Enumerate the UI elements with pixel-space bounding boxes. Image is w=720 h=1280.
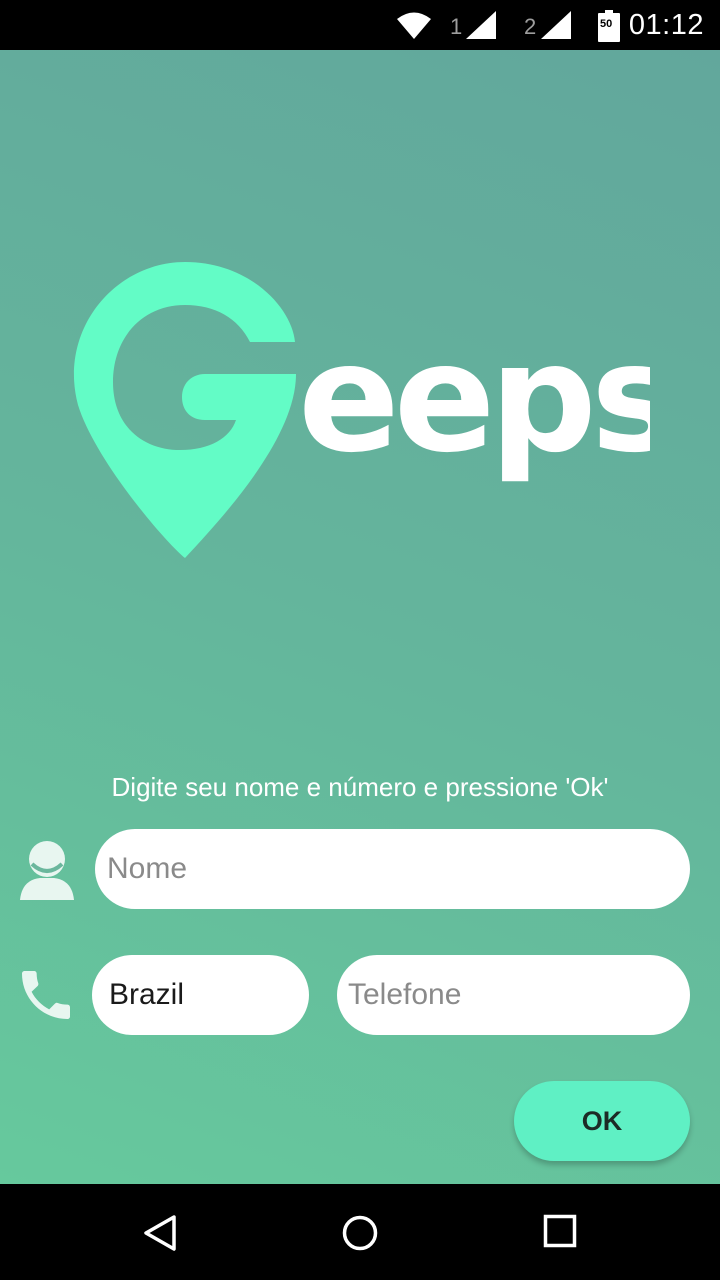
phone-placeholder: Telefone bbox=[348, 978, 462, 1011]
status-time: 01:12 bbox=[628, 9, 704, 41]
country-select[interactable]: Brazil bbox=[92, 955, 309, 1035]
geeps-logo: eeps bbox=[73, 262, 650, 558]
battery-level: 50 bbox=[600, 18, 613, 30]
phone-field[interactable]: Telefone bbox=[337, 955, 690, 1035]
sim1-label: 1 bbox=[450, 14, 463, 39]
phone-icon bbox=[22, 971, 70, 1019]
home-icon[interactable] bbox=[341, 1214, 379, 1252]
name-placeholder: Nome bbox=[107, 852, 188, 885]
instruction-text: Digite seu nome e número e pressione 'Ok… bbox=[111, 772, 609, 802]
name-field[interactable]: Nome bbox=[95, 829, 690, 909]
wifi-icon bbox=[397, 12, 431, 39]
sim2-label: 2 bbox=[524, 14, 537, 39]
status-bar: 1 2 50 01:12 bbox=[0, 0, 720, 50]
navigation-bar bbox=[0, 1184, 720, 1280]
signal-icon bbox=[541, 11, 571, 39]
person-icon bbox=[20, 841, 74, 900]
recents-icon[interactable] bbox=[543, 1214, 577, 1248]
signal-icon bbox=[466, 11, 496, 39]
svg-text:eeps: eeps bbox=[298, 312, 650, 486]
country-value: Brazil bbox=[109, 978, 185, 1011]
ok-button[interactable]: OK bbox=[514, 1081, 690, 1161]
login-screen: eeps Digite seu nome e número e pression… bbox=[0, 50, 720, 1184]
back-icon[interactable] bbox=[142, 1214, 178, 1252]
